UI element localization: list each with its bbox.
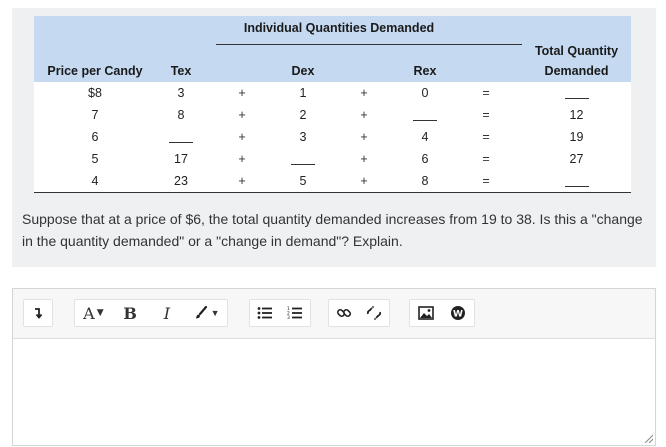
- blank-line: [291, 153, 315, 165]
- svg-text:W: W: [453, 310, 463, 320]
- italic-button[interactable]: I: [156, 301, 178, 325]
- blank-line: [413, 109, 437, 121]
- brush-icon: [195, 305, 207, 319]
- bold-button[interactable]: B: [119, 301, 141, 325]
- question-text: Suppose that at a price of $6, the total…: [22, 211, 643, 249]
- dex-cell: 2: [278, 104, 328, 126]
- answer-text-area[interactable]: [13, 340, 655, 445]
- equals-sign: =: [450, 82, 522, 104]
- price-cell: 5: [34, 148, 156, 170]
- demand-table: Individual Quantities Demanded Price per…: [34, 16, 631, 193]
- group-header-rule: [216, 44, 522, 45]
- wiris-icon[interactable]: W: [447, 301, 469, 325]
- question-card: Individual Quantities Demanded Price per…: [12, 8, 656, 267]
- dex-cell: [278, 148, 328, 170]
- svg-text:3: 3: [287, 315, 290, 320]
- plus-sign: +: [206, 82, 278, 104]
- col-rex-header: Rex: [400, 40, 450, 82]
- toolbar-group-lists: 123: [249, 299, 311, 327]
- table-body: $8 3 +1 +0 = 7 8 +2 + = 12 6 +3 +4 = 19 5 17 + +6 = 27 4 23 +5 +8…: [34, 82, 631, 193]
- plus-sign: +: [206, 126, 278, 148]
- table-row: $8 3 +1 +0 =: [34, 82, 631, 104]
- price-cell: 6: [34, 126, 156, 148]
- blank-line: [169, 131, 193, 143]
- group-header: Individual Quantities Demanded: [156, 16, 522, 45]
- plus-sign: +: [328, 170, 400, 193]
- brush-button[interactable]: ▼: [193, 301, 220, 325]
- col-price-header: Price per Candy: [34, 40, 156, 82]
- tex-cell: 17: [156, 148, 206, 170]
- numbered-list-icon[interactable]: 123: [284, 301, 306, 325]
- col-dex-header: Dex: [278, 40, 328, 82]
- toolbar-group-text: A ▼ B I ▼: [74, 299, 228, 327]
- rex-cell: 0: [400, 82, 450, 104]
- tex-cell: 8: [156, 104, 206, 126]
- equals-sign: =: [450, 148, 522, 170]
- tex-cell: [156, 126, 206, 148]
- plus-sign: +: [328, 104, 400, 126]
- plus-sign: +: [328, 82, 400, 104]
- table-row: 4 23 +5 +8 =: [34, 170, 631, 193]
- format-arrow-icon[interactable]: [27, 301, 49, 325]
- equals-sign: =: [450, 126, 522, 148]
- equals-sign: =: [450, 170, 522, 193]
- total-cell: [522, 170, 631, 193]
- table-row: 5 17 + +6 = 27: [34, 148, 631, 170]
- plus-sign: +: [328, 126, 400, 148]
- price-cell: $8: [34, 82, 156, 104]
- toolbar-group-media: W: [409, 299, 475, 327]
- blank-line: [564, 87, 589, 99]
- total-cell: 27: [522, 148, 631, 170]
- toolbar-group-format: [23, 299, 53, 327]
- rex-cell: 6: [400, 148, 450, 170]
- plus-sign: +: [206, 104, 278, 126]
- chevron-down-icon: ▼: [96, 308, 104, 318]
- resize-grip-icon[interactable]: [643, 433, 653, 443]
- answer-editor: A ▼ B I ▼ 123 W: [12, 288, 656, 446]
- table-row: 6 +3 +4 = 19: [34, 126, 631, 148]
- dex-cell: 5: [278, 170, 328, 193]
- image-icon[interactable]: [415, 301, 437, 325]
- total-cell: [522, 82, 631, 104]
- plus-sign: +: [328, 148, 400, 170]
- dex-cell: 3: [278, 126, 328, 148]
- unlink-icon[interactable]: [363, 301, 385, 325]
- col-tex-header: Tex: [156, 40, 206, 82]
- font-size-button[interactable]: A ▼: [82, 301, 104, 325]
- tex-cell: 23: [156, 170, 206, 193]
- total-cell: 19: [522, 126, 631, 148]
- price-cell: 4: [34, 170, 156, 193]
- dex-cell: 1: [278, 82, 328, 104]
- col-total-header: Total Quantity Demanded: [522, 40, 631, 82]
- table-row: 7 8 +2 + = 12: [34, 104, 631, 126]
- equals-sign: =: [450, 104, 522, 126]
- link-icon[interactable]: [333, 301, 355, 325]
- editor-toolbar: A ▼ B I ▼ 123 W: [13, 289, 655, 339]
- total-cell: 12: [522, 104, 631, 126]
- rex-cell: [400, 104, 450, 126]
- chevron-down-icon: ▼: [210, 308, 220, 318]
- toolbar-group-links: [328, 299, 390, 327]
- plus-sign: +: [206, 148, 278, 170]
- rex-cell: 8: [400, 170, 450, 193]
- plus-sign: +: [206, 170, 278, 193]
- demand-table-wrapper: Individual Quantities Demanded Price per…: [34, 16, 631, 193]
- blank-line: [564, 175, 589, 187]
- bullet-list-icon[interactable]: [254, 301, 276, 325]
- rex-cell: 4: [400, 126, 450, 148]
- tex-cell: 3: [156, 82, 206, 104]
- price-cell: 7: [34, 104, 156, 126]
